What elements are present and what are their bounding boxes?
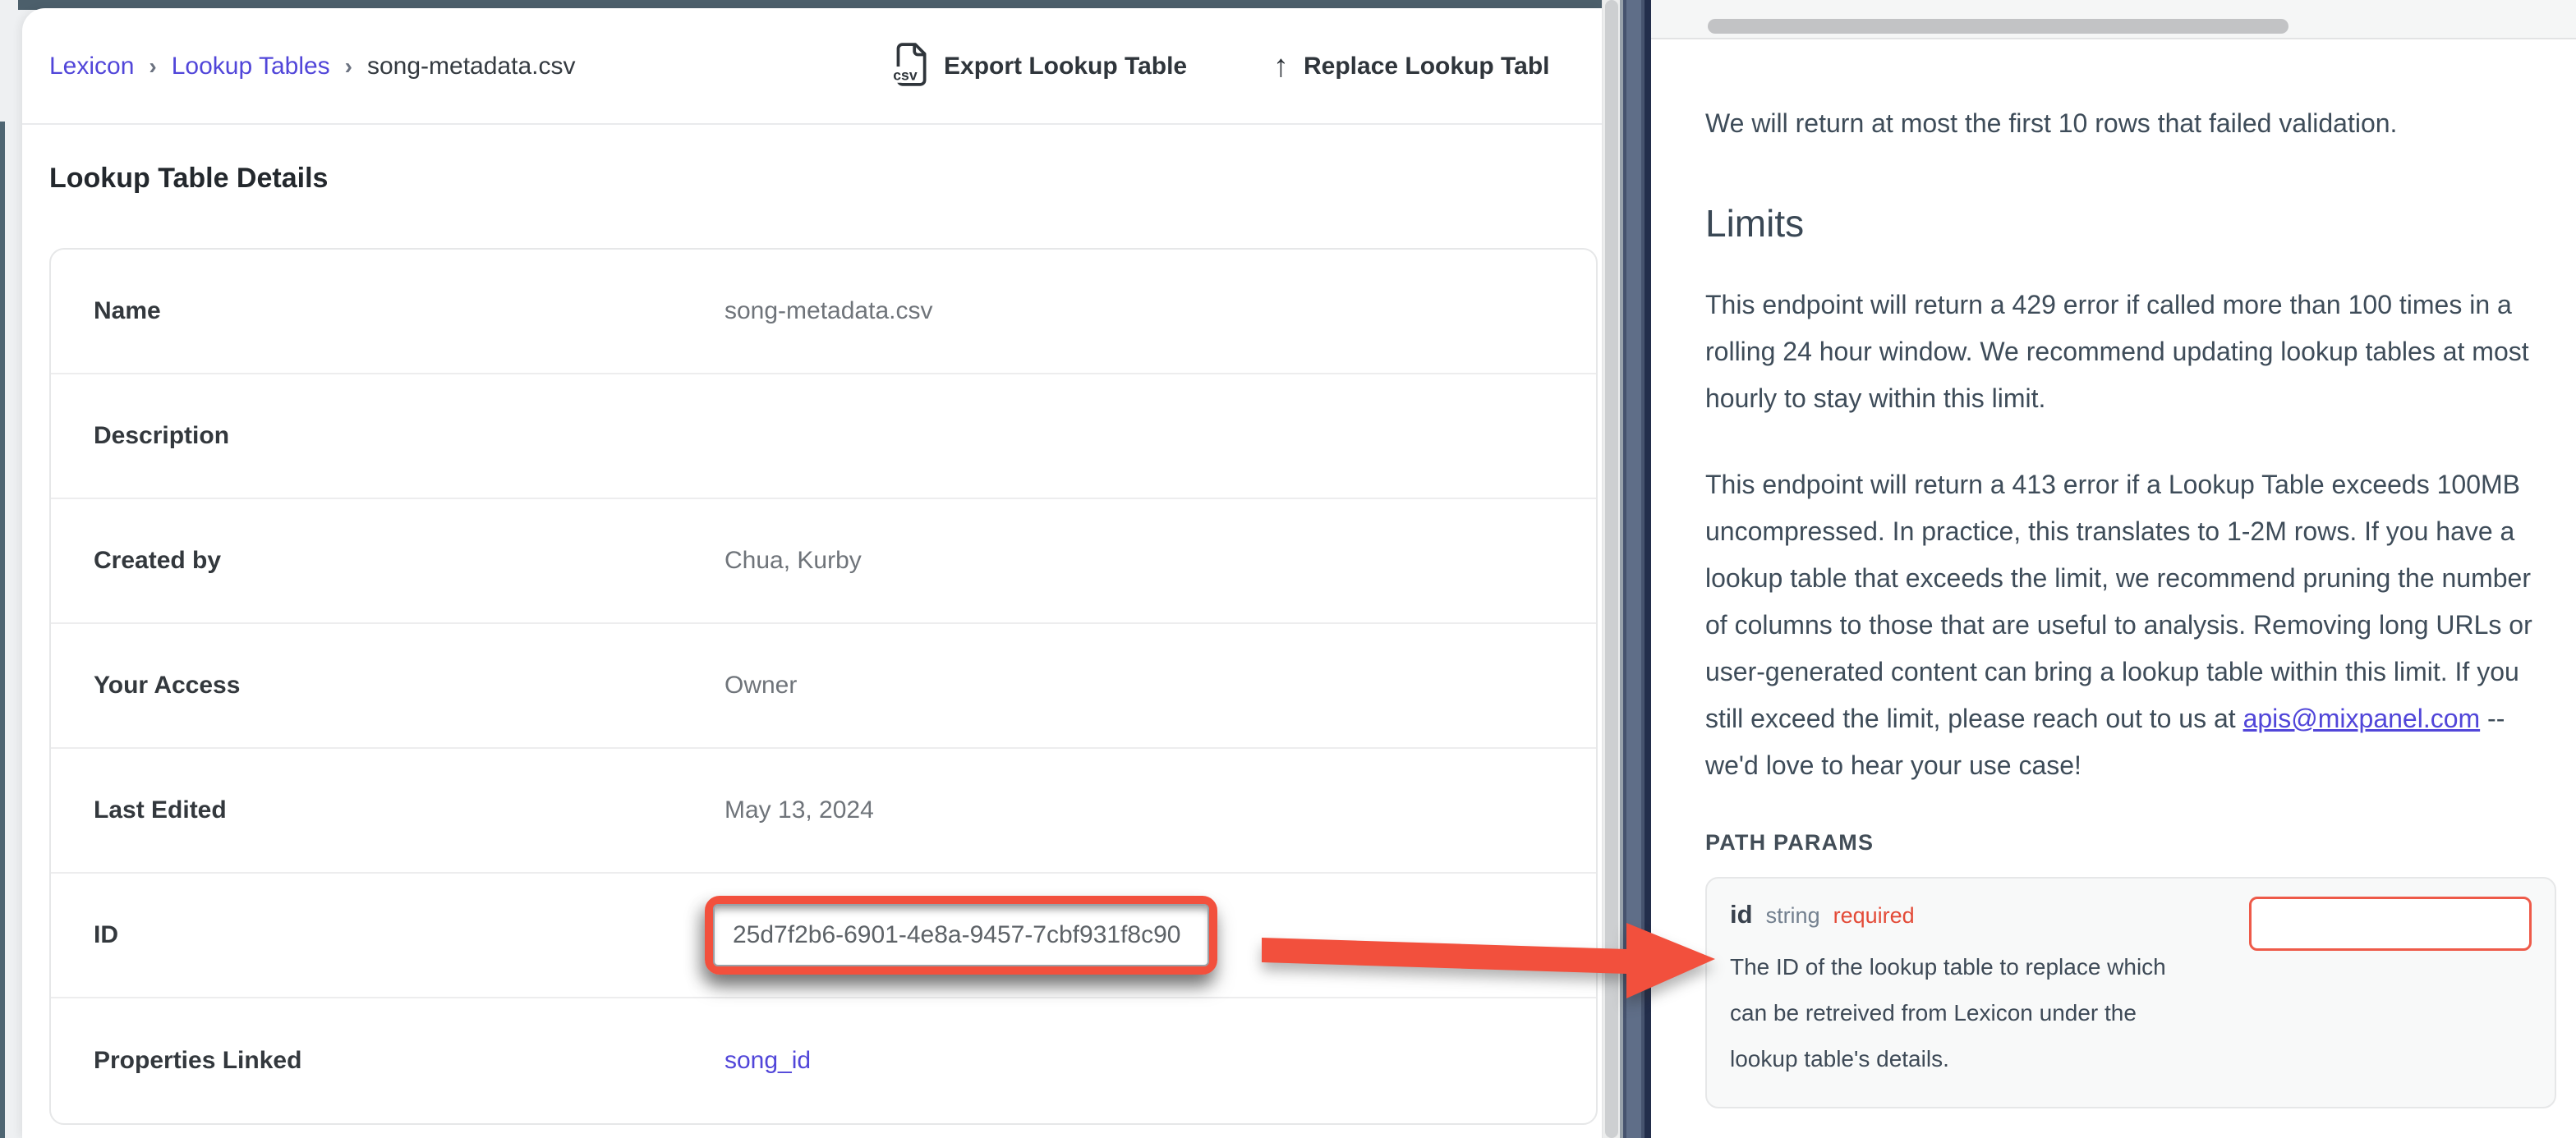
limits-paragraph-413: This endpoint will return a 413 error if…	[1705, 461, 2556, 789]
row-label: Description	[51, 422, 724, 450]
row-value: 25d7f2b6-6901-4e8a-9457-7cbf931f8c90	[724, 896, 1217, 975]
id-param-input[interactable]	[2249, 897, 2532, 951]
table-row-description: Description	[51, 374, 1596, 499]
horizontal-scrollbar-track[interactable]	[1651, 0, 2576, 39]
docs-content: We will return at most the first 10 rows…	[1705, 39, 2556, 1108]
row-label: Your Access	[51, 672, 724, 700]
breadcrumb-lexicon-link[interactable]: Lexicon	[49, 53, 134, 80]
table-row-last-edited: Last Edited May 13, 2024	[51, 749, 1596, 874]
replace-button-label: Replace Lookup Tabl	[1304, 53, 1550, 80]
param-type: string	[1766, 903, 1820, 929]
row-label: Created by	[51, 547, 724, 575]
row-label: Last Edited	[51, 796, 724, 824]
breadcrumb-lookup-tables-link[interactable]: Lookup Tables	[172, 53, 330, 80]
param-required-badge: required	[1833, 903, 1915, 929]
lexicon-header: Lexicon › Lookup Tables › song-metadata.…	[22, 8, 1602, 125]
chevron-right-icon: ›	[149, 53, 156, 80]
row-label: ID	[51, 921, 724, 949]
export-lookup-table-button[interactable]: csv Export Lookup Table	[891, 8, 1187, 125]
param-name: id	[1730, 900, 1753, 929]
row-value: Chua, Kurby	[724, 547, 862, 575]
row-value: song-metadata.csv	[724, 297, 932, 325]
chevron-right-icon: ›	[345, 53, 352, 80]
lookup-table-id-value[interactable]: 25d7f2b6-6901-4e8a-9457-7cbf931f8c90	[713, 904, 1209, 966]
table-row-name: Name song-metadata.csv	[51, 250, 1596, 374]
lookup-table-details-panel: Lexicon › Lookup Tables › song-metadata.…	[0, 0, 1602, 1138]
row-value: May 13, 2024	[724, 796, 874, 824]
limits-heading: Limits	[1705, 201, 2556, 245]
apis-mixpanel-email-link[interactable]: apis@mixpanel.com	[2243, 704, 2481, 733]
scrollbar-thumb[interactable]	[1605, 0, 1618, 1138]
replace-lookup-table-button[interactable]: ↑ Replace Lookup Tabl	[1273, 8, 1550, 125]
upload-arrow-icon: ↑	[1273, 51, 1289, 82]
limits-paragraph-429: This endpoint will return a 429 error if…	[1705, 282, 2556, 422]
breadcrumb: Lexicon › Lookup Tables › song-metadata.…	[49, 8, 575, 125]
breadcrumb-current-file: song-metadata.csv	[367, 53, 575, 80]
path-params-heading: PATH PARAMS	[1705, 830, 2556, 856]
table-row-id: ID 25d7f2b6-6901-4e8a-9457-7cbf931f8c90	[51, 874, 1596, 998]
screenshot-stage: Lexicon › Lookup Tables › song-metadata.…	[0, 0, 2576, 1138]
table-row-created-by: Created by Chua, Kurby	[51, 499, 1596, 624]
row-label: Name	[51, 297, 724, 325]
api-docs-panel: We will return at most the first 10 rows…	[1651, 0, 2576, 1138]
validation-note-text: We will return at most the first 10 rows…	[1705, 100, 2556, 147]
path-param-card: id string required The ID of the lookup …	[1705, 877, 2556, 1108]
param-description: The ID of the lookup table to replace wh…	[1730, 944, 2206, 1082]
page-title: Lookup Table Details	[49, 163, 328, 195]
annotation-highlight-box: 25d7f2b6-6901-4e8a-9457-7cbf931f8c90	[705, 896, 1217, 975]
table-row-your-access: Your Access Owner	[51, 624, 1596, 749]
table-row-properties-linked: Properties Linked song_id	[51, 998, 1596, 1123]
panel-divider	[1620, 0, 1651, 1138]
horizontal-scrollbar-thumb[interactable]	[1708, 19, 2288, 34]
svg-text:csv: csv	[893, 67, 918, 83]
export-button-label: Export Lookup Table	[944, 53, 1187, 80]
details-table: Name song-metadata.csv Description Creat…	[49, 248, 1598, 1125]
row-label: Properties Linked	[51, 1047, 724, 1075]
row-value: Owner	[724, 672, 797, 700]
window-left-edge	[0, 122, 5, 1138]
left-vertical-scrollbar[interactable]	[1602, 0, 1620, 1138]
csv-file-icon: csv	[891, 42, 929, 92]
lexicon-app-card: Lexicon › Lookup Tables › song-metadata.…	[22, 8, 1602, 1138]
paragraph-text: This endpoint will return a 413 error if…	[1705, 470, 2532, 733]
song-id-property-link[interactable]: song_id	[724, 1047, 811, 1074]
